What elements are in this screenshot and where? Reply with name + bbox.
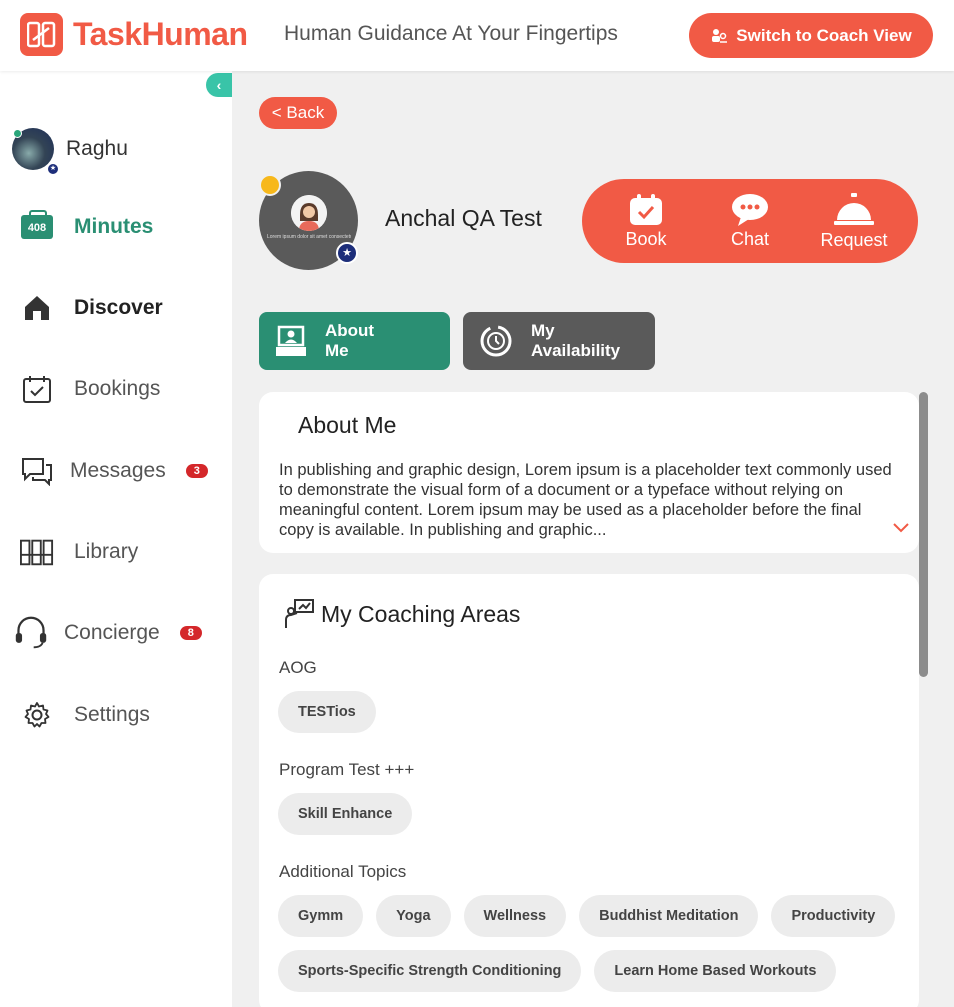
coach-status-dot <box>259 174 281 196</box>
online-status-dot <box>13 129 22 138</box>
sidebar-item-label: Discover <box>74 296 163 319</box>
tab-about-me[interactable]: About Me <box>259 312 450 370</box>
messages-count-badge: 3 <box>185 464 208 478</box>
section-label-program: Program Test +++ <box>279 760 415 779</box>
clock-icon <box>480 325 512 357</box>
section-label-additional: Additional Topics <box>279 862 407 881</box>
coach-name: Anchal QA Test <box>385 205 542 231</box>
topic-chip[interactable]: Skill Enhance <box>278 793 413 835</box>
chevron-left-icon[interactable]: ‹ <box>206 73 232 97</box>
avatar: ★ <box>12 128 60 176</box>
back-button[interactable]: < Back <box>259 97 337 129</box>
coaching-areas-header: My Coaching Areas <box>283 598 520 630</box>
chip-list-aog: TESTios <box>278 691 908 733</box>
sidebar-item-messages[interactable]: Messages 3 <box>20 451 220 491</box>
chat-label: Chat <box>730 228 770 249</box>
sidebar-item-library[interactable]: Library <box>20 532 220 572</box>
tab-about-line2: Me <box>325 341 349 360</box>
sidebar-item-bookings[interactable]: Bookings <box>20 369 220 409</box>
sidebar-item-concierge[interactable]: Concierge 8 <box>14 613 214 653</box>
request-label: Request <box>820 229 888 250</box>
topic-chip[interactable]: Gymm <box>278 895 364 937</box>
about-title: About Me <box>298 412 397 438</box>
coaching-icon <box>285 599 314 628</box>
sidebar-item-settings[interactable]: Settings <box>20 695 220 735</box>
coach-actions: Book Chat Request <box>582 179 918 263</box>
sidebar-item-label: Minutes <box>74 215 154 238</box>
switch-to-coach-view-button[interactable]: Switch to Coach View <box>689 13 933 58</box>
tab-availability-line1: My <box>531 321 555 340</box>
about-text: In publishing and graphic design, Lorem … <box>279 461 892 539</box>
about-me-card: About Me In publishing and graphic desig… <box>259 392 919 553</box>
sidebar-item-label: Bookings <box>74 377 161 400</box>
chip-list-program: Skill Enhance <box>278 793 908 835</box>
chip-list-additional: Gymm Yoga Wellness Buddhist Meditation P… <box>278 895 908 992</box>
bell-icon <box>834 192 874 225</box>
chat-bubble-icon <box>732 193 768 226</box>
coach-photo <box>291 195 327 231</box>
app-header: TaskHuman Human Guidance At Your Fingert… <box>0 0 954 71</box>
sidebar-item-minutes[interactable]: 408 Minutes <box>20 207 220 247</box>
topic-chip[interactable]: Productivity <box>771 895 896 937</box>
tab-my-availability[interactable]: My Availability <box>463 312 655 370</box>
topic-chip[interactable]: Wellness <box>463 895 567 937</box>
topic-chip[interactable]: TESTios <box>278 691 376 733</box>
scrollbar[interactable] <box>919 392 928 677</box>
user-name: Raghu <box>66 137 128 160</box>
taskhuman-logo[interactable]: TaskHuman <box>20 13 248 56</box>
sidebar-item-label: Messages <box>70 459 166 482</box>
sidebar: ‹ ★ Raghu 408 Minutes Discover Bookings … <box>0 71 232 1007</box>
profile-card-icon <box>276 325 306 356</box>
tagline: Human Guidance At Your Fingertips <box>284 22 618 45</box>
minutes-icon: 408 <box>21 210 53 239</box>
brand-name: TaskHuman <box>73 16 248 52</box>
medal-icon: ★ <box>336 242 358 264</box>
topic-chip[interactable]: Yoga <box>376 895 451 937</box>
coach-avatar-caption: Lorem ipsum dolor sit amet consectetur a… <box>267 234 351 240</box>
coach-avatar: Lorem ipsum dolor sit amet consectetur a… <box>259 171 358 270</box>
topic-chip[interactable]: Buddhist Meditation <box>579 895 759 937</box>
sidebar-item-label: Concierge <box>64 621 160 644</box>
chat-icon <box>20 456 54 486</box>
sidebar-item-label: Settings <box>74 703 150 726</box>
book-label: Book <box>625 228 667 249</box>
topic-chip[interactable]: Learn Home Based Workouts <box>594 950 837 992</box>
headset-icon <box>14 615 48 651</box>
switch-user-icon <box>712 28 728 43</box>
home-icon <box>20 293 54 323</box>
tab-about-line1: About <box>325 321 375 340</box>
logo-mark-icon <box>20 13 63 56</box>
coaching-areas-title: My Coaching Areas <box>321 600 521 627</box>
calendar-icon <box>630 193 662 225</box>
topic-chip[interactable]: Sports-Specific Strength Conditioning <box>278 950 582 992</box>
user-profile[interactable]: ★ Raghu <box>12 128 128 176</box>
book-button[interactable]: Book <box>601 193 691 250</box>
switch-button-label: Switch to Coach View <box>736 25 912 45</box>
library-icon <box>20 537 54 567</box>
coaching-areas-card: My Coaching Areas AOG TESTios Program Te… <box>259 574 919 1007</box>
section-label-aog: AOG <box>279 658 317 677</box>
concierge-count-badge: 8 <box>179 626 202 640</box>
chevron-down-icon[interactable] <box>893 520 909 538</box>
tab-availability-line2: Availability <box>531 341 621 360</box>
sidebar-item-label: Library <box>74 540 139 563</box>
chat-button[interactable]: Chat <box>705 193 795 250</box>
sidebar-item-discover[interactable]: Discover <box>20 288 220 328</box>
medal-icon: ★ <box>46 162 60 176</box>
gear-icon <box>20 700 54 730</box>
calendar-check-icon <box>20 374 54 404</box>
request-button[interactable]: Request <box>809 192 899 251</box>
